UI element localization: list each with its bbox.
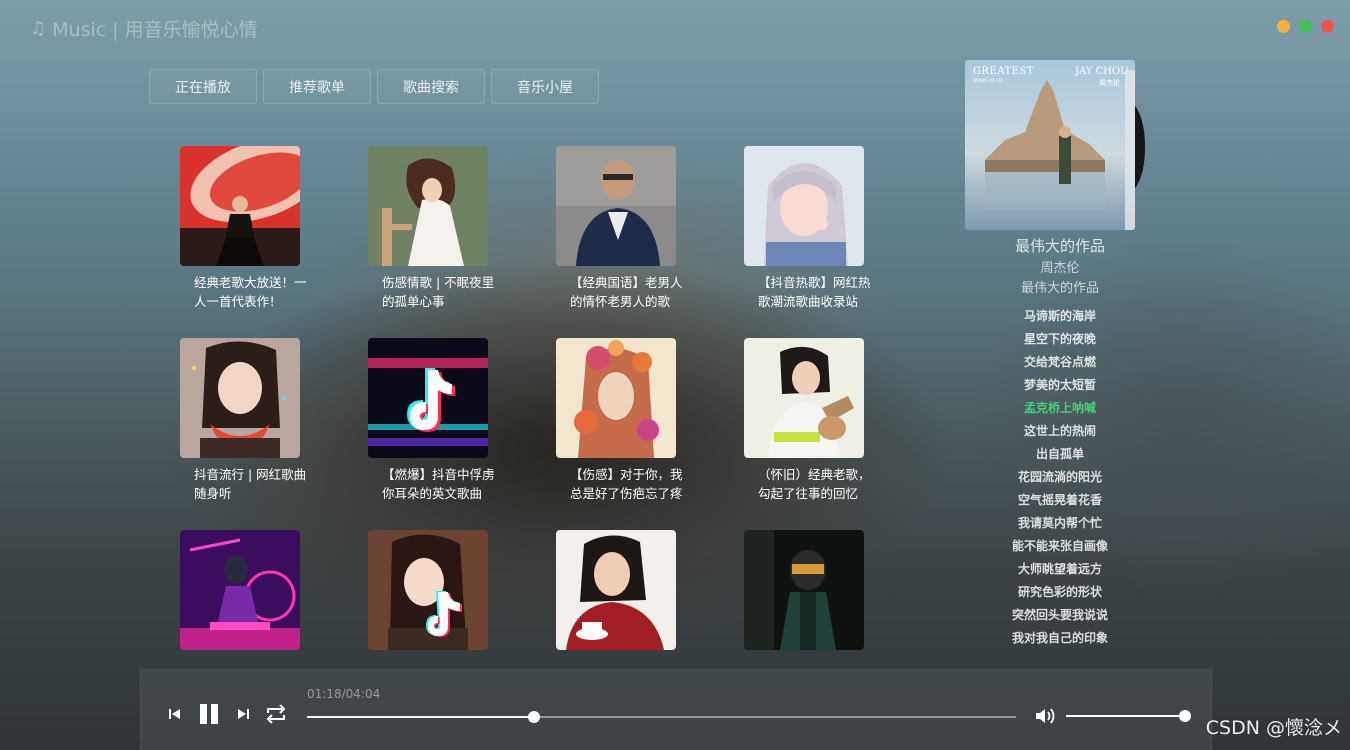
main-tabs: 正在播放 推荐歌单 歌曲搜索 音乐小屋 [149, 69, 599, 104]
volume-fill [1066, 715, 1185, 717]
repeat-button[interactable] [263, 701, 289, 727]
repeat-icon [266, 704, 286, 724]
watermark-text: CSDN @懷淰メ [1205, 717, 1342, 739]
playlist-cover[interactable] [368, 530, 488, 650]
volume-button[interactable] [1034, 706, 1058, 730]
minimize-button[interactable] [1277, 20, 1290, 33]
playlist-title[interactable]: 经典老歌大放送！一人一首代表作！ [194, 273, 318, 311]
playlist-cover[interactable] [180, 146, 300, 266]
playlist-cover[interactable] [556, 146, 676, 266]
playlist-cover[interactable] [556, 530, 676, 650]
volume-icon [1036, 708, 1055, 724]
progress-thumb[interactable] [528, 711, 540, 723]
song-item[interactable]: 星空下的夜晚 [960, 328, 1160, 351]
song-item[interactable]: 梦美的太短暂 [960, 374, 1160, 397]
play-pause-button[interactable] [197, 701, 221, 727]
skip-next-icon [238, 709, 249, 719]
album-cover-text-left: GREATEST [973, 66, 1034, 77]
playlist-cover[interactable] [744, 530, 864, 650]
album-cover-text-right: JAY CHOU [1075, 66, 1129, 77]
song-item[interactable]: 我对我自己的印象 [960, 627, 1160, 650]
volume-thumb[interactable] [1179, 710, 1191, 722]
now-playing-artist[interactable]: 周杰伦 [960, 257, 1160, 276]
song-item[interactable]: 交给梵谷点燃 [960, 351, 1160, 374]
playlist-title[interactable]: 【经典国语】老男人的情怀老男人的歌 [570, 273, 694, 311]
window-controls [1277, 20, 1334, 33]
music-note-icon: ♫ [30, 17, 47, 39]
playlist-card[interactable]: 【经典国语】老男人的情怀老男人的歌 [556, 146, 683, 316]
playlist-cover[interactable] [180, 530, 300, 650]
playlist-grid: 经典老歌大放送！一人一首代表作！ 伤感情歌 | 不眠夜里的孤单心事 【经典国语】… [180, 146, 871, 700]
app-title: Music | 用音乐愉悦心情 [52, 18, 258, 41]
song-item[interactable]: 能不能来张自画像 [960, 535, 1160, 558]
song-item[interactable] [960, 650, 1160, 657]
playlist-card[interactable]: 【燃爆】抖音中俘虏你耳朵的英文歌曲 [368, 338, 495, 508]
playlist-card[interactable]: 经典老歌大放送！一人一首代表作！ [180, 146, 307, 316]
now-playing-album-art[interactable]: GREATEST WORKS OF ART JAY CHOU 周杰伦 [965, 60, 1145, 230]
playlist-card[interactable]: （怀旧）经典老歌，勾起了往事的回忆 [744, 338, 871, 508]
progress-bar[interactable] [307, 711, 1016, 723]
volume-slider[interactable] [1066, 710, 1191, 722]
pause-icon [200, 704, 218, 724]
playlist-cover[interactable] [556, 338, 676, 458]
playlist-title[interactable]: 【燃爆】抖音中俘虏你耳朵的英文歌曲 [382, 465, 506, 503]
previous-button[interactable] [165, 702, 185, 726]
tab-now-playing[interactable]: 正在播放 [149, 69, 257, 104]
album-song-list: 马谛斯的海岸 星空下的夜晚 交给梵谷点燃 梦美的太短暂 孟克桥上呐喊 这世上的热… [960, 305, 1160, 657]
playlist-card[interactable]: 伤感情歌 | 不眠夜里的孤单心事 [368, 146, 494, 316]
playlist-title[interactable]: 抖音流行 | 网红歌曲随身听 [194, 465, 318, 503]
playlist-cover[interactable] [368, 338, 488, 458]
progress-fill [307, 716, 534, 718]
song-item[interactable]: 孟克桥上呐喊 [960, 397, 1160, 420]
app-titlebar: ♫ Music | 用音乐愉悦心情 [30, 14, 258, 42]
tab-music-house[interactable]: 音乐小屋 [491, 69, 599, 104]
playlist-cover[interactable] [744, 146, 864, 266]
playlist-card[interactable]: 【抖音热歌】网红热歌潮流歌曲收录站 [744, 146, 871, 316]
song-item[interactable]: 研究色彩的形状 [960, 581, 1160, 604]
song-item[interactable]: 出自孤单 [960, 443, 1160, 466]
next-button[interactable] [233, 702, 253, 726]
playlist-card[interactable]: 抖音流行 | 网红歌曲随身听 [180, 338, 306, 508]
playlist-cover[interactable] [744, 338, 864, 458]
close-button[interactable] [1321, 20, 1334, 33]
maximize-button[interactable] [1299, 20, 1312, 33]
playlist-title[interactable]: （怀旧）经典老歌，勾起了往事的回忆 [758, 465, 882, 503]
skip-previous-icon [169, 709, 180, 719]
song-item[interactable]: 花园流淌的阳光 [960, 466, 1160, 489]
playlist-cover[interactable] [180, 338, 300, 458]
playlist-card[interactable]: 【伤感】对于你，我总是好了伤疤忘了疼 [556, 338, 683, 508]
song-item[interactable]: 突然回头要我说说 [960, 604, 1160, 627]
playback-time: 01:18/04:04 [307, 687, 381, 701]
tab-recommended-playlists[interactable]: 推荐歌单 [263, 69, 371, 104]
song-item[interactable]: 马谛斯的海岸 [960, 305, 1160, 328]
playlist-title[interactable]: 【抖音热歌】网红热歌潮流歌曲收录站 [758, 273, 882, 311]
album-cover-subtext-right: 周杰伦 [1099, 79, 1120, 87]
playlist-cover[interactable] [368, 146, 488, 266]
playlist-title[interactable]: 伤感情歌 | 不眠夜里的孤单心事 [382, 273, 506, 311]
song-item[interactable]: 我请莫内帮个忙 [960, 512, 1160, 535]
now-playing-title: 最伟大的作品 [1014, 237, 1105, 255]
playlist-title[interactable]: 【伤感】对于你，我总是好了伤疤忘了疼 [570, 465, 694, 503]
tab-song-search[interactable]: 歌曲搜索 [377, 69, 485, 104]
now-playing-album[interactable]: 最伟大的作品 [960, 277, 1160, 296]
album-cover-subtext-left: WORKS OF ART [973, 78, 1004, 83]
song-item[interactable]: 这世上的热闹 [960, 420, 1160, 443]
song-item[interactable]: 空气摇晃着花香 [960, 489, 1160, 512]
player-bar: 01:18/04:04 [140, 669, 1212, 750]
music-app: ♫ Music | 用音乐愉悦心情 正在播放 推荐歌单 歌曲搜索 音乐小屋 经典… [0, 0, 1350, 750]
song-item[interactable]: 大师眺望着远方 [960, 558, 1160, 581]
